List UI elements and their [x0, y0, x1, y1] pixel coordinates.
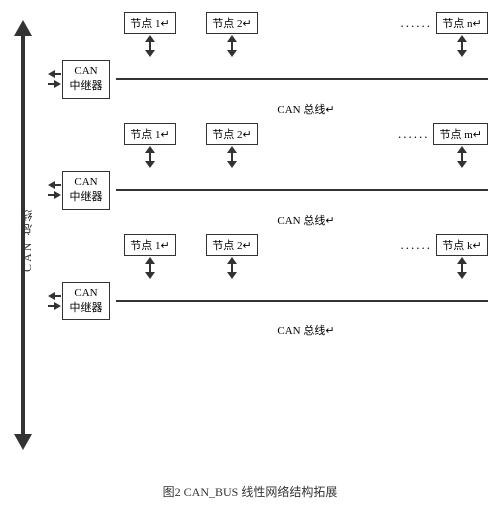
node-arrow: [206, 34, 258, 60]
node-arrow: [436, 34, 488, 60]
node-arrow: [124, 34, 176, 60]
page: CAN 总线 节点 1↵ 节点 2↵ ...... 节点 n↵: [0, 0, 500, 508]
node-box: 节点 m↵: [433, 123, 488, 145]
segment-bot: 节点 1↵ 节点 2↵ ...... 节点 k↵: [48, 234, 488, 339]
bus-label-bot: CAN 总线↵: [124, 322, 488, 338]
main-diagram: 节点 1↵ 节点 2↵ ...... 节点 n↵: [48, 12, 488, 338]
arrow-down-icon: [14, 434, 32, 450]
figure-caption: 图2 CAN_BUS 线性网络结构拓展: [0, 483, 500, 500]
h-arrows: [48, 70, 61, 88]
node-box: 节点 1↵: [124, 234, 176, 256]
node-box: 节点 2↵: [206, 12, 258, 34]
repeater-box: CAN 中继器: [62, 171, 110, 210]
node-box: 节点 k↵: [436, 234, 488, 256]
node-box: 节点 2↵: [206, 123, 258, 145]
node-box: 节点 1↵: [124, 123, 176, 145]
bus-label-mid: CAN 总线↵: [124, 212, 488, 228]
node-box: 节点 1↵: [124, 12, 176, 34]
node-arrows-mid: [124, 145, 488, 171]
arrow-down-icon: [145, 50, 155, 57]
node-box: 节点 2↵: [206, 234, 258, 256]
nodes-row-mid: 节点 1↵ 节点 2↵ ...... 节点 m↵: [124, 123, 488, 145]
repeater-bus-row-mid: CAN 中继器: [48, 171, 488, 210]
arrow-up-icon: [145, 35, 155, 42]
segment-top: 节点 1↵ 节点 2↵ ...... 节点 n↵: [48, 12, 488, 117]
repeater-bus-row-bot: CAN 中继器: [48, 282, 488, 321]
bus-line: [116, 78, 488, 80]
node-arrows-bot: [124, 256, 488, 282]
repeater-bus-row-top: CAN 中继器: [48, 60, 488, 99]
repeater-box: CAN 中继器: [62, 282, 110, 321]
bus-label-top: CAN 总线↵: [124, 101, 488, 117]
node-box: 节点 n↵: [436, 12, 488, 34]
arrow-up-icon: [14, 20, 32, 36]
segment-mid: 节点 1↵ 节点 2↵ ...... 节点 m↵: [48, 123, 488, 228]
repeater-box: CAN 中继器: [62, 60, 110, 99]
nodes-row-bot: 节点 1↵ 节点 2↵ ...... 节点 k↵: [124, 234, 488, 256]
left-bus-label: CAN 总线: [18, 50, 35, 430]
nodes-row-top: 节点 1↵ 节点 2↵ ...... 节点 n↵: [124, 12, 488, 34]
node-arrows-top: [124, 34, 488, 60]
